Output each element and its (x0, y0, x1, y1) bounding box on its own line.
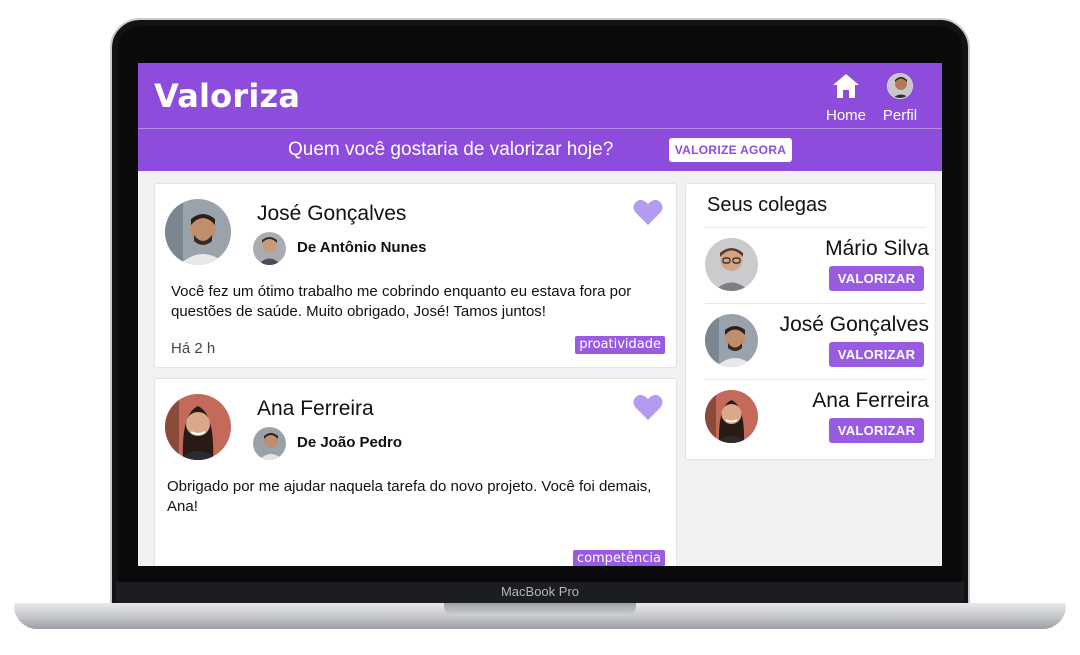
heart-icon[interactable] (633, 393, 663, 421)
colleague-name[interactable]: Ana Ferreira (812, 389, 929, 413)
post-sender[interactable]: De Antônio Nunes (297, 239, 426, 256)
top-bar: Valoriza Home Perfil (138, 63, 942, 129)
post-sender[interactable]: De João Pedro (297, 434, 402, 451)
avatar (705, 238, 758, 291)
nav-profile[interactable]: Perfil (880, 73, 920, 124)
post-timestamp: Há 2 h (171, 340, 216, 357)
avatar (253, 232, 286, 265)
colleague-item: José Gonçalves VALORIZAR (705, 303, 929, 375)
recognition-post: Ana Ferreira De João Pedro Obrigado por … (154, 378, 677, 566)
device-label: MacBook Pro (500, 584, 580, 599)
post-recipient-name[interactable]: José Gonçalves (257, 202, 406, 226)
post-recipient-name[interactable]: Ana Ferreira (257, 397, 374, 421)
avatar (705, 314, 758, 367)
colleague-name[interactable]: Mário Silva (825, 237, 929, 261)
colleague-name[interactable]: José Gonçalves (780, 313, 929, 337)
avatar (165, 199, 231, 265)
valorize-button[interactable]: VALORIZAR (829, 266, 924, 291)
valorize-banner: Quem você gostaria de valorizar hoje? VA… (138, 129, 942, 171)
recognition-post: José Gonçalves De Antônio Nunes Você fez… (154, 183, 677, 368)
colleague-item: Ana Ferreira VALORIZAR (705, 379, 929, 451)
brand-logo[interactable]: Valoriza (154, 77, 300, 115)
avatar (253, 427, 286, 460)
post-message: Obrigado por me ajudar naquela tarefa do… (167, 478, 652, 515)
laptop-notch (444, 603, 636, 616)
post-message: Você fez um ótimo trabalho me cobrindo e… (171, 283, 632, 320)
heart-icon[interactable] (633, 198, 663, 226)
avatar (705, 390, 758, 443)
colleagues-title: Seus colegas (707, 194, 828, 216)
home-icon (833, 74, 859, 98)
colleagues-panel: Seus colegas Mário Silva VALORIZAR José … (685, 183, 936, 460)
nav-home-label: Home (825, 107, 866, 124)
value-tag[interactable]: competência (572, 550, 665, 566)
nav-home[interactable]: Home (822, 73, 870, 124)
nav-profile-label: Perfil (882, 107, 918, 124)
valorize-button[interactable]: VALORIZAR (829, 418, 924, 443)
value-tag[interactable]: proatividade (575, 336, 665, 354)
app-screen: Valoriza Home Perfil Quem você gostaria … (138, 63, 942, 566)
avatar (887, 73, 913, 99)
colleague-item: Mário Silva VALORIZAR (705, 227, 929, 299)
banner-question: Quem você gostaria de valorizar hoje? (288, 139, 614, 160)
laptop-mockup: Valoriza Home Perfil Quem você gostaria … (0, 0, 1080, 655)
avatar (165, 394, 231, 460)
valorize-now-button[interactable]: VALORIZE AGORA (669, 138, 792, 162)
valorize-button[interactable]: VALORIZAR (829, 342, 924, 367)
